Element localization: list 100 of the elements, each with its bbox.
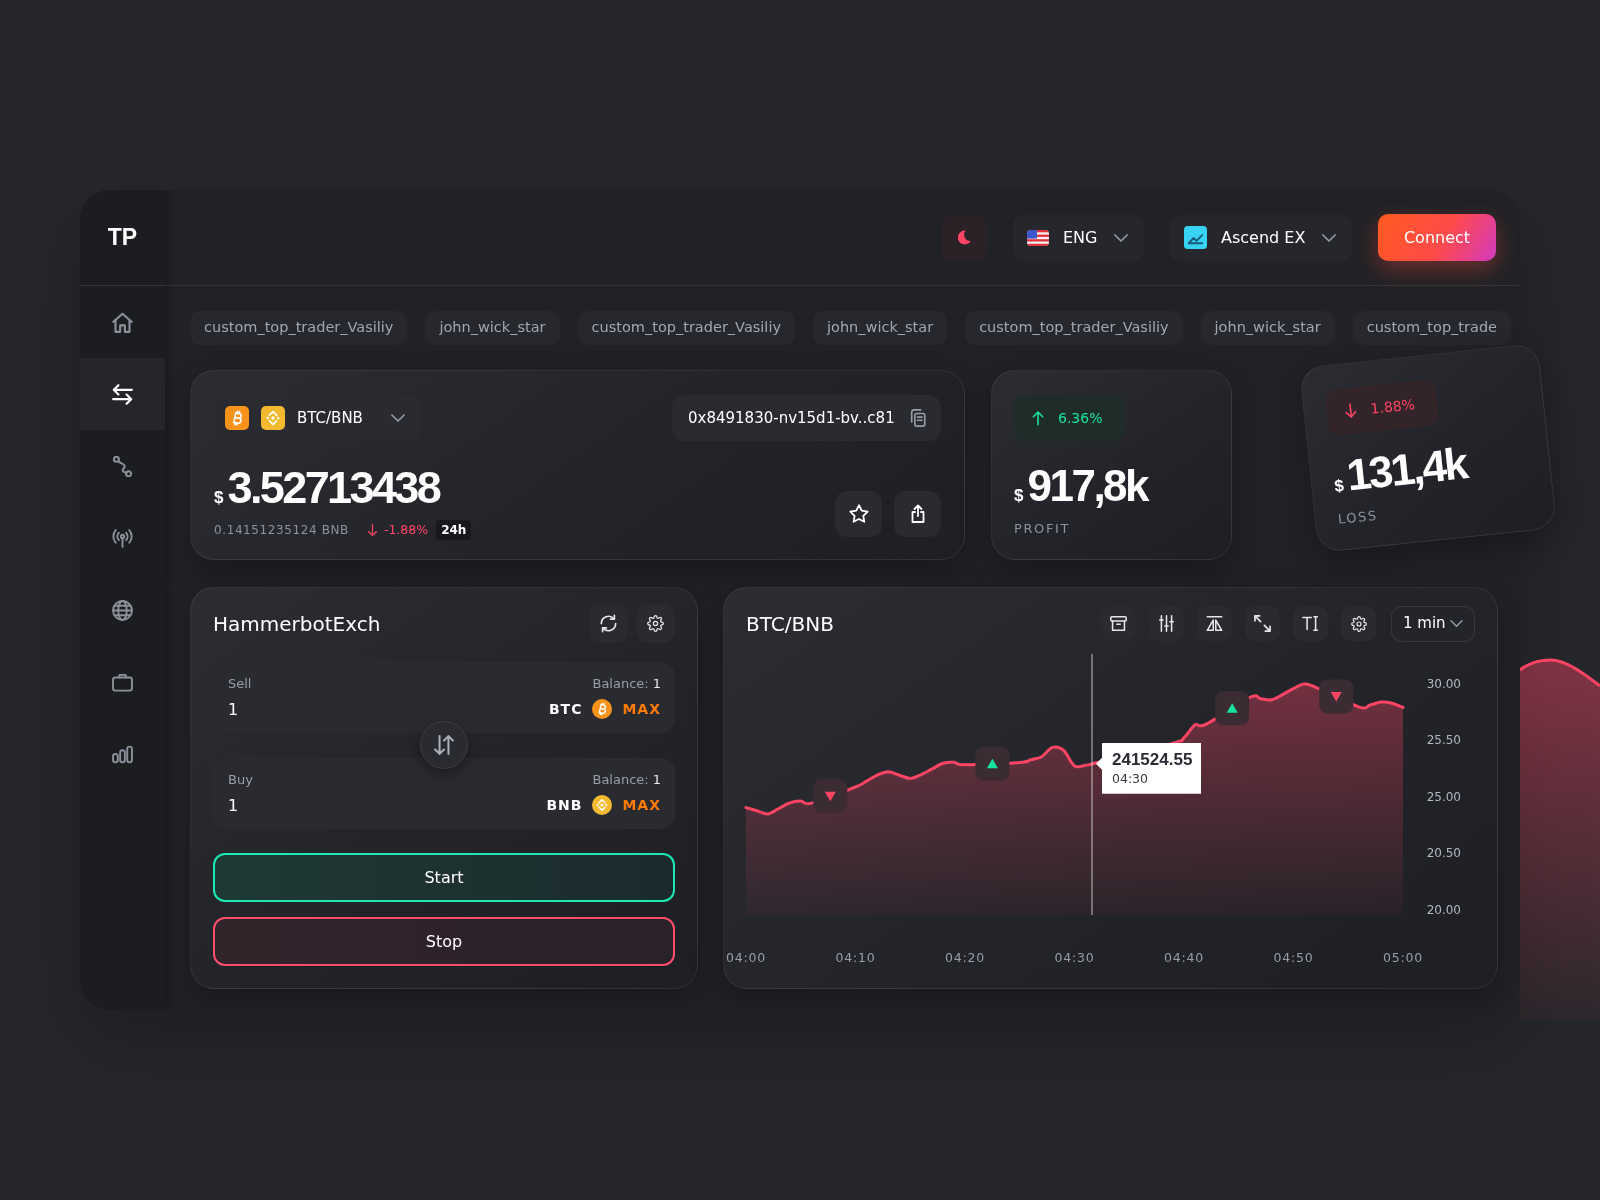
share-button[interactable] (894, 491, 941, 537)
x-axis-label: 04:00 (726, 950, 766, 965)
panel-title: HammerbotExch (213, 610, 381, 638)
refresh-icon (599, 614, 618, 633)
trader-tag[interactable]: custom_top_trade (1352, 311, 1511, 345)
settings-button[interactable] (1341, 606, 1376, 641)
bnb-coin-icon (592, 795, 613, 815)
indicators-button[interactable] (1149, 606, 1184, 641)
swap-arrows-icon (112, 383, 133, 405)
field-label: Buy (228, 771, 253, 789)
triangles-icon (1206, 615, 1223, 632)
y-axis-label: 20.00 (1426, 903, 1461, 917)
bar-chart-icon (112, 743, 133, 765)
chevron-down-icon (1450, 620, 1463, 627)
converted-amount: 0.14151235124 BNB (214, 522, 349, 539)
chart-title: BTC/BNB (746, 610, 834, 638)
x-axis-label: 04:50 (1273, 950, 1314, 965)
x-axis-label: 04:40 (1164, 950, 1204, 965)
y-axis-label: 30.00 (1426, 676, 1461, 691)
currency-symbol: $ (214, 486, 224, 509)
trader-tag[interactable]: john_wick_star (1200, 311, 1335, 345)
start-button[interactable]: Start (213, 853, 675, 902)
chevron-down-icon (391, 414, 405, 422)
y-axis-label: 25.00 (1426, 789, 1461, 804)
x-axis-label: 05:00 (1383, 950, 1423, 965)
x-axis-label: 04:30 (1054, 950, 1095, 965)
wallet-address: 0x8491830-nv15d1-bv..c81 (688, 407, 895, 429)
amount-input[interactable]: 1 (228, 792, 408, 818)
favorite-button[interactable] (835, 491, 882, 537)
archive-icon (1110, 615, 1127, 632)
balance-label: Balance: (592, 771, 649, 789)
balance-value: 1 (652, 675, 661, 693)
route-icon (112, 455, 133, 477)
trader-tag[interactable]: john_wick_star (425, 311, 560, 345)
balance-label: Balance: (592, 675, 649, 693)
max-button[interactable]: MAX (622, 794, 661, 816)
x-axis-label: 04:10 (835, 950, 876, 965)
currency-symbol: $ (1014, 484, 1024, 507)
change-percent: -1.88% (383, 520, 429, 539)
archive-button[interactable] (1101, 606, 1136, 641)
arrow-down-icon (1343, 402, 1358, 420)
trader-tag[interactable]: custom_top_trader_Vasiliy (965, 311, 1183, 345)
max-button[interactable]: MAX (622, 698, 661, 720)
chevron-down-icon (1114, 233, 1128, 242)
home-icon (112, 311, 133, 333)
change-percent: 6.36% (1058, 408, 1103, 428)
chevron-down-icon (1322, 233, 1336, 242)
swap-vertical-icon (434, 735, 454, 755)
chart-tile-icon (1184, 226, 1207, 249)
interval-dropdown[interactable]: 1 min (1391, 605, 1475, 642)
globe-icon (112, 599, 133, 621)
connect-button[interactable]: Connect (1378, 214, 1496, 261)
copy-button[interactable] (908, 409, 927, 427)
text-cursor-icon (1302, 615, 1319, 632)
text-tool-button[interactable] (1293, 606, 1328, 641)
sliders-icon (1158, 615, 1175, 632)
btc-coin-icon (592, 699, 613, 719)
stat-label: PROFIT (1014, 520, 1070, 538)
moon-icon (958, 230, 971, 245)
language-dropdown[interactable]: ENG (1013, 214, 1144, 261)
briefcase-icon (112, 671, 133, 693)
settings-icon (647, 615, 664, 632)
y-axis-label: 25.50 (1426, 733, 1461, 748)
amount-input[interactable]: 1 (228, 696, 408, 722)
stat-value: 917,8k (1027, 463, 1148, 508)
period-tag: 24h (436, 520, 472, 540)
flag-icon (1027, 229, 1049, 246)
token-symbol: BTC (548, 699, 583, 719)
stat-label: LOSS (1337, 506, 1379, 529)
currency-symbol: $ (1333, 474, 1346, 498)
btc-coin-icon (225, 406, 249, 430)
expand-icon (1254, 615, 1271, 632)
theme-toggle-button[interactable] (942, 214, 987, 261)
y-axis-label: 20.50 (1426, 846, 1461, 861)
stat-value: 131,4k (1344, 440, 1469, 497)
star-icon (848, 504, 869, 524)
field-label: Sell (228, 675, 252, 693)
balance-value: 1 (652, 771, 661, 789)
logo: TP (107, 223, 138, 253)
arrow-up-icon (1032, 410, 1044, 426)
exchange-dropdown[interactable]: Ascend EX (1170, 214, 1352, 261)
settings-icon (1350, 615, 1367, 632)
trader-tag[interactable]: custom_top_trader_Vasiliy (577, 311, 795, 345)
sidebar-item[interactable] (80, 358, 165, 430)
compare-button[interactable] (1197, 606, 1232, 641)
refresh-button[interactable] (589, 604, 628, 643)
price-value: 3.52713438 (227, 464, 440, 510)
token-symbol: BNB (546, 795, 583, 815)
trader-tag[interactable]: john_wick_star (813, 311, 948, 345)
change-percent: 1.88% (1369, 394, 1416, 419)
copy-icon (908, 409, 927, 427)
stop-button[interactable]: Stop (213, 917, 675, 966)
antenna-icon (112, 527, 133, 549)
settings-button[interactable] (636, 604, 675, 643)
bnb-coin-icon (261, 406, 285, 430)
trader-tag[interactable]: custom_top_trader_Vasiliy (190, 311, 408, 345)
fullscreen-button[interactable] (1245, 606, 1280, 641)
tooltip-value: 241524.55 (1112, 748, 1194, 770)
x-axis-label: 04:20 (945, 950, 985, 965)
tooltip-time: 04:30 (1112, 769, 1150, 788)
